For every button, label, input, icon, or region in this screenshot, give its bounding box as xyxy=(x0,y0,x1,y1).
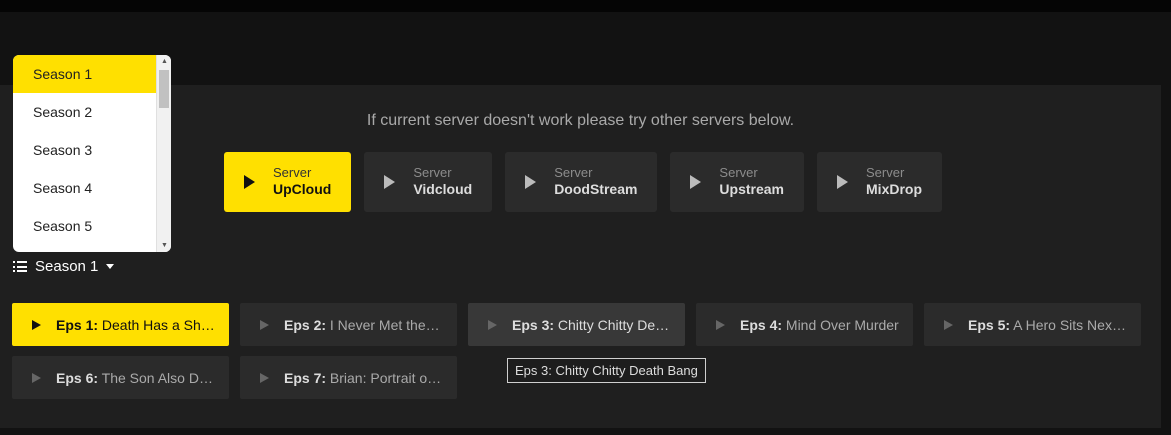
episode-3-button[interactable]: Eps 3: Chitty Chitty Death Bang xyxy=(468,303,685,346)
episode-1-button[interactable]: Eps 1: Death Has a Shadow xyxy=(12,303,229,346)
scroll-up-icon[interactable]: ▲ xyxy=(161,58,168,65)
season-option-2[interactable]: Season 2 xyxy=(13,93,156,131)
play-icon xyxy=(32,372,41,383)
season-select-label: Season 1 xyxy=(35,258,99,275)
episode-title: Chitty Chitty Death Bang xyxy=(557,316,671,333)
episode-number: Eps 2: xyxy=(284,316,327,333)
episode-list: Eps 1: Death Has a Shadow Eps 2: I Never… xyxy=(12,303,1142,399)
episode-number: Eps 7: xyxy=(284,369,327,386)
episode-5-button[interactable]: Eps 5: A Hero Sits Next Door xyxy=(924,303,1141,346)
server-notice: If current server doesn't work please tr… xyxy=(366,112,795,129)
server-name: DoodStream xyxy=(554,181,638,198)
play-icon xyxy=(32,319,41,330)
episode-title: The Son Also Draws xyxy=(101,369,215,386)
scroll-down-icon[interactable]: ▼ xyxy=(161,242,168,249)
server-upcloud-button[interactable]: Server UpCloud xyxy=(224,152,352,212)
server-doodstream-button[interactable]: Server DoodStream xyxy=(505,152,658,212)
server-name: Vidcloud xyxy=(413,181,473,198)
play-icon xyxy=(488,319,497,330)
episode-title: Death Has a Shadow xyxy=(101,316,215,333)
season-option-5[interactable]: Season 5 xyxy=(13,207,156,245)
play-icon xyxy=(260,319,269,330)
server-vidcloud-button[interactable]: Server Vidcloud xyxy=(364,152,493,212)
episode-title: Mind Over Murder xyxy=(785,316,899,333)
episode-number: Eps 3: xyxy=(512,316,555,333)
season-select-button[interactable]: Season 1 xyxy=(13,258,115,275)
scrollbar-thumb[interactable] xyxy=(159,70,169,108)
play-icon xyxy=(944,319,953,330)
episode-7-button[interactable]: Eps 7: Brian: Portrait of a Dog xyxy=(240,356,457,399)
play-icon xyxy=(244,175,255,189)
server-label: Server xyxy=(866,165,905,181)
episode-number: Eps 4: xyxy=(740,316,783,333)
episode-number: Eps 5: xyxy=(968,316,1011,333)
server-mixdrop-button[interactable]: Server MixDrop xyxy=(817,152,943,212)
play-icon xyxy=(690,175,702,189)
server-label: Server xyxy=(554,165,593,181)
server-name: Upstream xyxy=(719,181,785,198)
caret-down-icon xyxy=(106,264,115,269)
episode-title: I Never Met the Dead Man xyxy=(329,316,443,333)
server-name: MixDrop xyxy=(866,181,923,198)
episode-tooltip: Eps 3: Chitty Chitty Death Bang xyxy=(507,358,706,383)
season-dropdown-list[interactable]: Season 1 Season 2 Season 3 Season 4 Seas… xyxy=(13,55,171,252)
play-icon xyxy=(837,175,849,189)
server-label: Server xyxy=(719,165,758,181)
episode-4-button[interactable]: Eps 4: Mind Over Murder xyxy=(696,303,913,346)
episode-title: A Hero Sits Next Door xyxy=(1013,316,1127,333)
episode-number: Eps 1: xyxy=(56,316,99,333)
top-bar xyxy=(0,0,1171,12)
list-icon xyxy=(13,261,27,272)
play-icon xyxy=(525,175,537,189)
play-icon xyxy=(716,319,725,330)
server-name: UpCloud xyxy=(273,181,332,198)
dropdown-scrollbar[interactable]: ▲ ▼ xyxy=(156,55,171,252)
episode-number: Eps 6: xyxy=(56,369,99,386)
episode-6-button[interactable]: Eps 6: The Son Also Draws xyxy=(12,356,229,399)
play-icon xyxy=(384,175,396,189)
server-label: Server xyxy=(273,165,312,181)
server-upstream-button[interactable]: Server Upstream xyxy=(670,152,805,212)
server-list: Server UpCloud Server Vidcloud Server DoodS… xyxy=(224,152,943,212)
season-option-3[interactable]: Season 3 xyxy=(13,131,156,169)
season-option-4[interactable]: Season 4 xyxy=(13,169,156,207)
season-option-1[interactable]: Season 1 xyxy=(13,55,156,93)
episode-title: Brian: Portrait of a Dog xyxy=(329,369,443,386)
episode-2-button[interactable]: Eps 2: I Never Met the Dead Man xyxy=(240,303,457,346)
server-label: Server xyxy=(413,165,452,181)
play-icon xyxy=(260,372,269,383)
